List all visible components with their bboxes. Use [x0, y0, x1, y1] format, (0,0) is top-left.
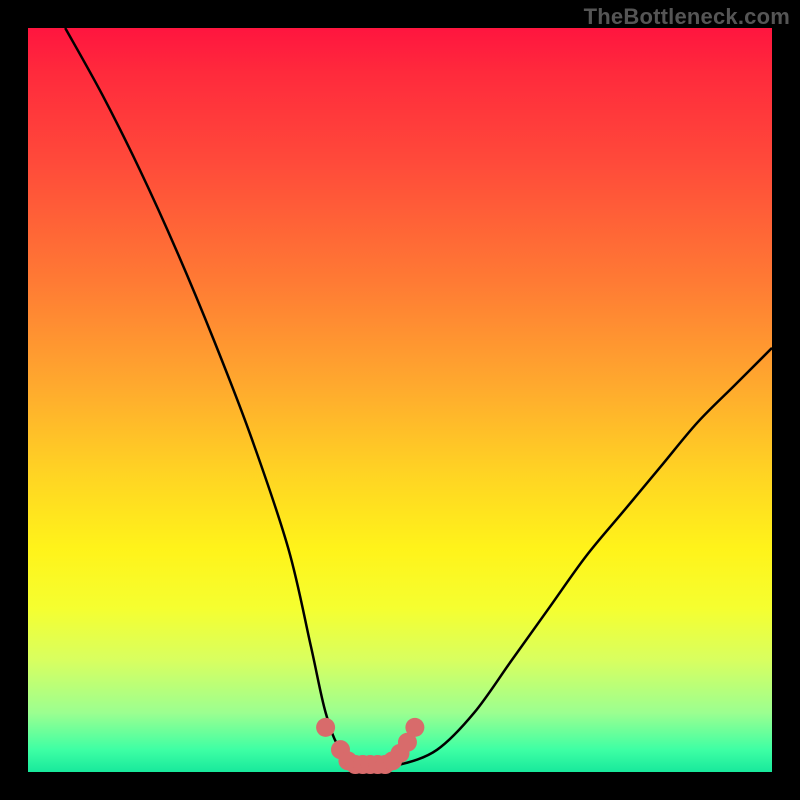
bottleneck-curve-path: [65, 28, 772, 766]
marker-dot: [405, 718, 424, 737]
marker-band: [316, 718, 424, 774]
plot-area: [28, 28, 772, 772]
chart-frame: TheBottleneck.com: [0, 0, 800, 800]
chart-svg: [28, 28, 772, 772]
watermark-text: TheBottleneck.com: [584, 4, 790, 30]
bottleneck-curve: [65, 28, 772, 766]
marker-dot: [316, 718, 335, 737]
